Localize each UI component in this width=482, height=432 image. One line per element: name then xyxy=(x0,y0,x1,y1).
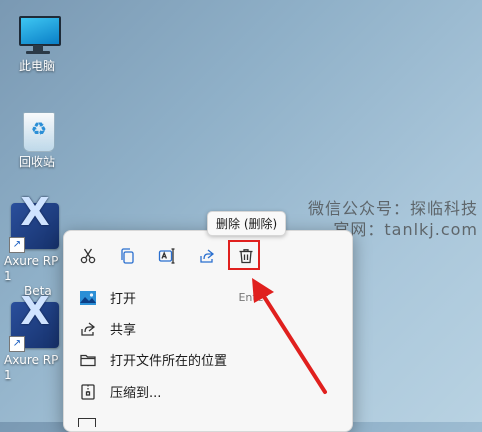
annotation-arrow xyxy=(252,278,327,394)
